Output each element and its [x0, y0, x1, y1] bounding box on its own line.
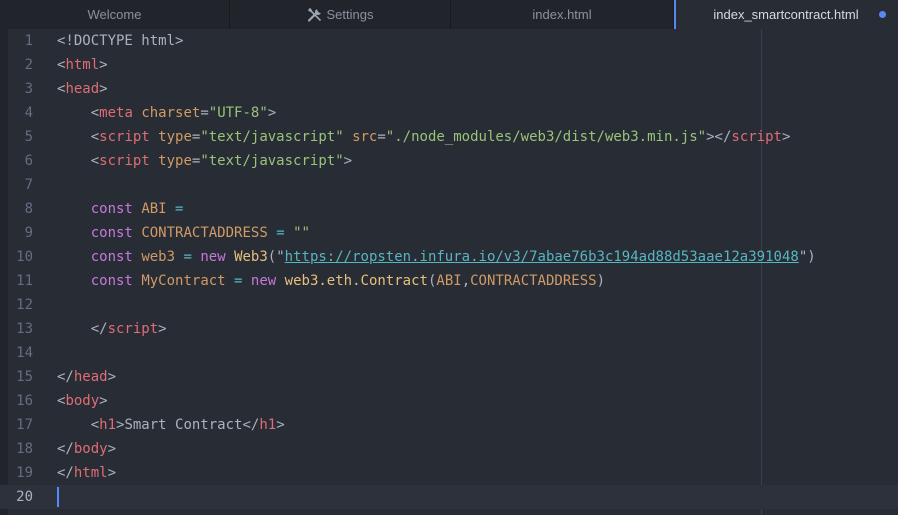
line-code: </html>: [57, 465, 117, 481]
line-number: 11: [16, 273, 33, 289]
code-line[interactable]: 3 <head>: [0, 77, 898, 101]
code-line[interactable]: 4 <meta charset="UTF-8">: [0, 101, 898, 125]
line-code: const ABI =: [90, 201, 184, 217]
code-line[interactable]: 16 <body>: [0, 389, 898, 413]
code-line[interactable]: 9 const CONTRACTADDRESS = "": [0, 221, 898, 245]
line-number: 5: [24, 129, 33, 145]
text-cursor: [57, 487, 59, 507]
line-code: </head>: [57, 369, 117, 385]
line-number: 7: [24, 177, 33, 193]
code-line[interactable]: 12: [0, 293, 898, 317]
tab-index-smartcontract-html[interactable]: index_smartcontract.html: [674, 0, 898, 29]
tab-label: index_smartcontract.html: [713, 7, 859, 22]
line-number: 13: [16, 321, 33, 337]
line-code: </script>: [90, 321, 167, 337]
line-number: 8: [24, 201, 33, 217]
code-line[interactable]: 10 const web3 = new Web3("https://ropste…: [0, 245, 898, 269]
line-number: 18: [16, 441, 33, 457]
tab-settings[interactable]: Settings: [230, 0, 451, 29]
code-editor[interactable]: 1 <!DOCTYPE html> 2 <html> 3 <head> 4 <meta ch…: [0, 29, 898, 515]
line-code: <html>: [57, 57, 108, 73]
line-number: 20: [16, 489, 33, 505]
code-line[interactable]: 11 const MyContract = new web3.eth.Contr…: [0, 269, 898, 293]
line-number: 4: [24, 105, 33, 121]
line-code: <script type="text/javascript">: [90, 153, 353, 169]
line-code: const CONTRACTADDRESS = "": [90, 225, 310, 241]
tab-welcome[interactable]: Welcome: [0, 0, 230, 29]
tab-bar: Welcome Settings index.html index_smartc…: [0, 0, 898, 29]
code-line[interactable]: 1 <!DOCTYPE html>: [0, 29, 898, 53]
code-line[interactable]: 6 <script type="text/javascript">: [0, 149, 898, 173]
code-line[interactable]: 17 <h1>Smart Contract</h1>: [0, 413, 898, 437]
line-number: 15: [16, 369, 33, 385]
line-number: 2: [24, 57, 33, 73]
code-line[interactable]: 8 const ABI =: [0, 197, 898, 221]
code-line[interactable]: 20: [0, 485, 898, 509]
tab-index-html[interactable]: index.html: [451, 0, 674, 29]
line-number: 14: [16, 345, 33, 361]
line-number: 9: [24, 225, 33, 241]
line-code: const MyContract = new web3.eth.Contract…: [90, 273, 605, 289]
code-line[interactable]: 2 <html>: [0, 53, 898, 77]
line-number: 1: [24, 33, 33, 49]
line-code: <script type="text/javascript" src="./no…: [90, 129, 791, 145]
line-code: <h1>Smart Contract</h1>: [90, 417, 285, 433]
code-line[interactable]: 15 </head>: [0, 365, 898, 389]
line-number: 10: [16, 249, 33, 265]
line-number: 19: [16, 465, 33, 481]
line-code: <body>: [57, 393, 108, 409]
line-code: <meta charset="UTF-8">: [90, 105, 277, 121]
tools-icon: [307, 7, 321, 22]
line-code: <head>: [57, 81, 108, 97]
line-number: 3: [24, 81, 33, 97]
code-line[interactable]: 14: [0, 341, 898, 365]
line-number: 17: [16, 417, 33, 433]
modified-indicator-icon[interactable]: [879, 11, 886, 18]
code-line[interactable]: 5 <script type="text/javascript" src="./…: [0, 125, 898, 149]
line-code: const web3 = new Web3("https://ropsten.i…: [90, 249, 816, 265]
line-code: </body>: [57, 441, 117, 457]
code-line[interactable]: 18 </body>: [0, 437, 898, 461]
line-number: 6: [24, 153, 33, 169]
tab-label: Settings: [326, 7, 374, 22]
tab-label: Welcome: [87, 7, 142, 22]
line-number: 16: [16, 393, 33, 409]
tab-label: index.html: [532, 7, 592, 22]
code-line[interactable]: 7: [0, 173, 898, 197]
line-number: 12: [16, 297, 33, 313]
line-code: <!DOCTYPE html>: [57, 33, 184, 49]
code-line[interactable]: 13 </script>: [0, 317, 898, 341]
code-line[interactable]: 19 </html>: [0, 461, 898, 485]
